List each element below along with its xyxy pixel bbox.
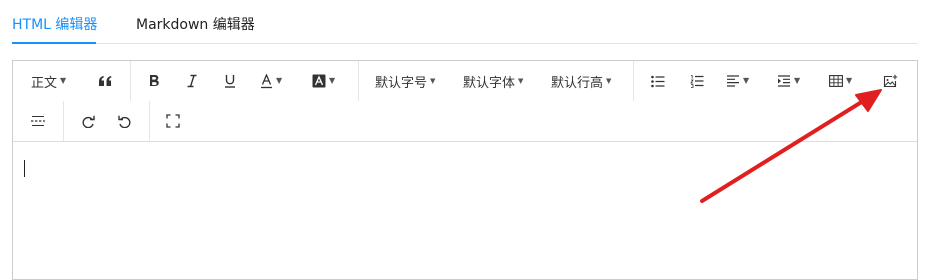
ordered-list-button[interactable] [689, 69, 705, 93]
divider-button[interactable] [29, 109, 47, 133]
align-dropdown[interactable]: ▼ [726, 69, 749, 93]
redo-button[interactable] [79, 109, 97, 133]
chevron-down-icon: ▼ [276, 76, 283, 85]
tab-html-editor-label: HTML 编辑器 [12, 17, 98, 33]
font-color-button[interactable]: ▼ [260, 69, 282, 93]
chevron-down-icon: ▼ [846, 76, 853, 85]
align-icon [726, 75, 740, 87]
toolbar-divider [358, 61, 359, 101]
chevron-down-icon: ▼ [518, 76, 524, 85]
chevron-down-icon: ▼ [430, 76, 436, 85]
heading-label: 正文 [31, 75, 58, 91]
chevron-down-icon: ▼ [329, 76, 336, 85]
bold-button[interactable] [146, 69, 162, 93]
bullet-list-button[interactable] [650, 69, 666, 93]
tab-html-editor[interactable]: HTML 编辑器 [12, 16, 97, 34]
chevron-down-icon: ▼ [743, 76, 750, 85]
toolbar-divider [149, 101, 150, 141]
toolbar-divider [130, 61, 131, 101]
line-height-dropdown[interactable]: 默认行高 ▼ [551, 69, 611, 93]
font-family-dropdown[interactable]: 默认字体 ▼ [463, 69, 523, 93]
background-color-button[interactable]: ▼ [312, 69, 335, 93]
tab-markdown-editor-label: Markdown 编辑器 [136, 17, 255, 33]
table-icon [829, 75, 843, 87]
font-size-dropdown[interactable]: 默认字号 ▼ [375, 69, 435, 93]
quote-icon [98, 75, 112, 87]
bullet-list-icon [651, 75, 665, 88]
heading-dropdown[interactable]: 正文 ▼ [31, 69, 66, 93]
underline-button[interactable] [222, 69, 238, 93]
image-upload-icon [883, 74, 898, 88]
italic-icon [186, 74, 198, 88]
table-dropdown[interactable]: ▼ [829, 69, 852, 93]
active-tab-indicator [12, 42, 96, 44]
toolbar-divider [633, 61, 634, 101]
italic-button[interactable] [184, 69, 200, 93]
text-cursor [24, 160, 25, 177]
font-family-label: 默认字体 [463, 75, 516, 91]
chevron-down-icon: ▼ [60, 76, 67, 85]
tab-markdown-editor[interactable]: Markdown 编辑器 [136, 16, 255, 34]
divider-icon [30, 115, 46, 127]
chevron-down-icon: ▼ [606, 76, 612, 85]
background-color-icon [312, 74, 326, 88]
ordered-list-icon [690, 74, 704, 88]
font-color-icon [260, 73, 273, 89]
insert-image-button[interactable] [881, 69, 899, 93]
editor-toolbar: 正文 ▼ ▼ ▼ 默认字号 ▼ 默认字体 ▼ 默认行高 ▼ ▼ ▼ ▼ [13, 61, 917, 142]
font-size-label: 默认字号 [375, 75, 428, 91]
fullscreen-button[interactable] [164, 109, 182, 133]
editor-content-area[interactable] [13, 142, 917, 279]
quote-button[interactable] [95, 69, 115, 93]
undo-icon [117, 115, 132, 128]
chevron-down-icon: ▼ [794, 76, 801, 85]
fullscreen-icon [166, 114, 180, 128]
toolbar-divider [63, 101, 64, 141]
underline-icon [224, 74, 236, 88]
bold-icon [148, 74, 160, 88]
indent-dropdown[interactable]: ▼ [777, 69, 800, 93]
undo-button[interactable] [115, 109, 133, 133]
redo-icon [81, 115, 96, 128]
rich-text-editor: 正文 ▼ ▼ ▼ 默认字号 ▼ 默认字体 ▼ 默认行高 ▼ ▼ ▼ ▼ [12, 60, 918, 280]
indent-icon [777, 75, 791, 87]
line-height-label: 默认行高 [551, 75, 604, 91]
editor-tabs: HTML 编辑器 Markdown 编辑器 [12, 0, 918, 44]
